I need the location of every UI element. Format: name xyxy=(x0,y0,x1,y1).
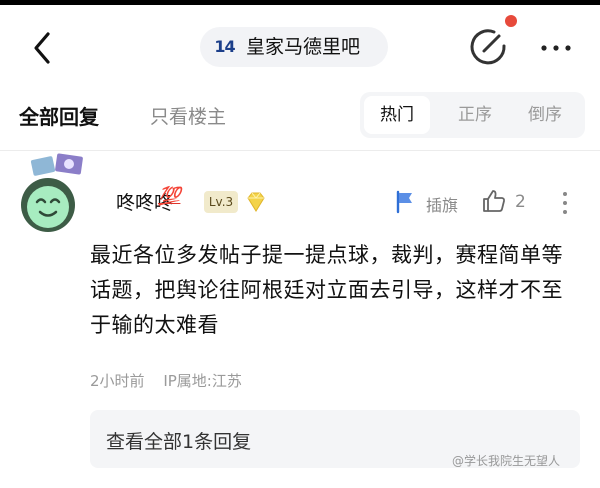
sort-hot[interactable]: 热门 xyxy=(364,96,430,134)
sort-ascending[interactable]: 正序 xyxy=(442,96,508,134)
more-icon[interactable] xyxy=(538,34,574,62)
hundred-points-emoji: 💯 xyxy=(158,186,181,207)
notification-dot xyxy=(505,15,517,27)
view-replies-label: 查看全部1条回复 xyxy=(106,431,252,453)
avatar[interactable] xyxy=(18,150,100,235)
level-badge: Lv.3 xyxy=(204,191,238,213)
forum-name: 皇家马德里吧 xyxy=(246,36,361,58)
back-icon[interactable] xyxy=(28,28,56,68)
flag-icon[interactable] xyxy=(394,190,416,214)
comment-body: 最近各位多发帖子提一提点球，裁判，赛程简单等话题，把舆论往阿根廷对立面去引导，这… xyxy=(90,243,563,337)
comment-meta: 2小时前 IP属地:江苏 xyxy=(90,370,242,391)
flag-label[interactable]: 插旗 xyxy=(426,192,458,216)
sort-switcher: 热门 正序 倒序 xyxy=(360,92,585,138)
like-count: 2 xyxy=(515,192,526,212)
tab-all-replies[interactable]: 全部回复 xyxy=(19,101,99,130)
ip-location: IP属地:江苏 xyxy=(163,372,242,390)
tab-owner-only[interactable]: 只看楼主 xyxy=(150,102,226,129)
like-icon[interactable] xyxy=(481,188,507,214)
forum-title-pill[interactable]: 14 皇家马德里吧 xyxy=(200,27,388,67)
kebab-icon[interactable] xyxy=(560,188,570,218)
frame-edge xyxy=(0,0,600,5)
comment-time: 2小时前 xyxy=(90,372,145,390)
forum-badge: 14 xyxy=(214,37,235,56)
watermark: @学长我院生无望人 xyxy=(452,454,561,468)
edit-icon[interactable] xyxy=(466,24,510,68)
sort-descending[interactable]: 倒序 xyxy=(512,96,578,134)
diamond-icon xyxy=(247,192,265,212)
